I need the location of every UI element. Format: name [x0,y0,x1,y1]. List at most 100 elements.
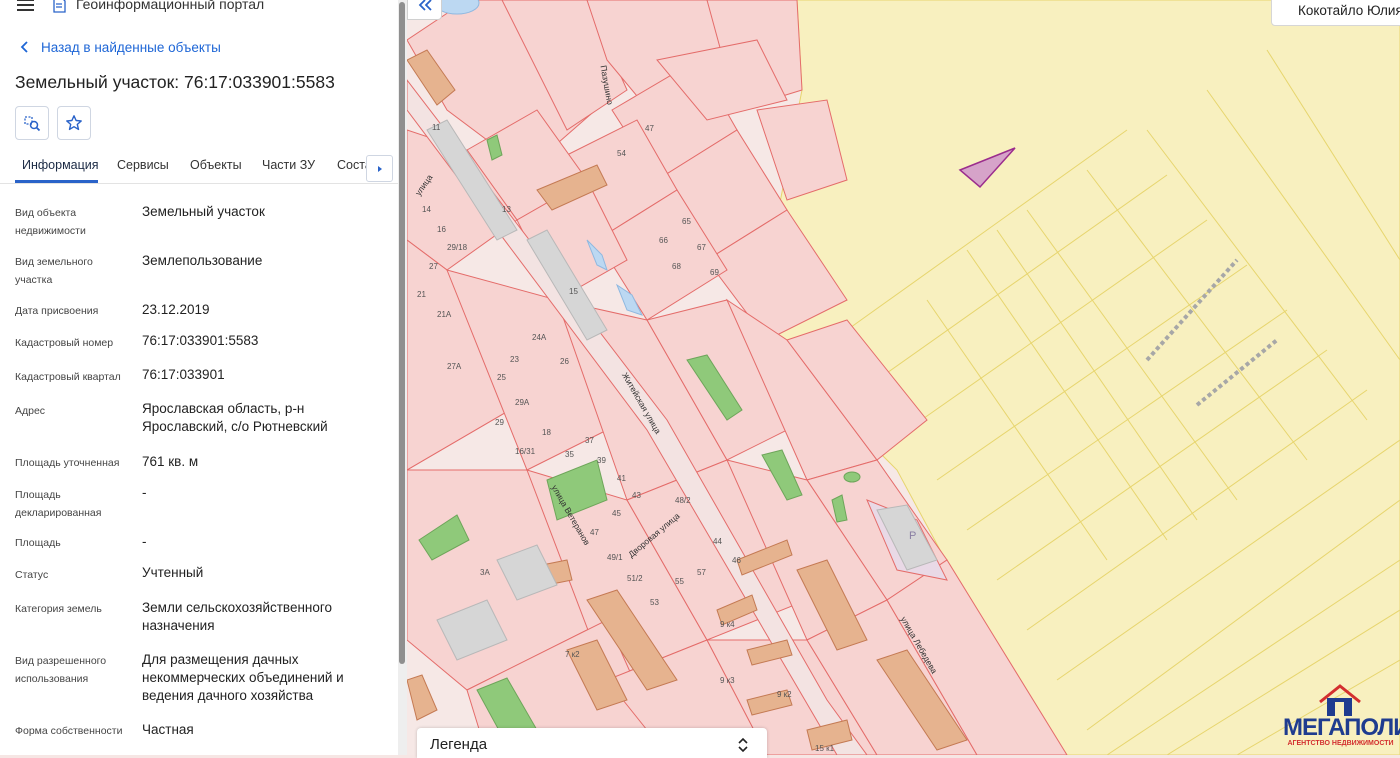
property-value: - [142,485,147,500]
legend-panel[interactable]: Легенда [417,728,767,758]
portal-logo-icon [53,0,66,13]
panel-scrollbar[interactable] [398,0,407,755]
cadastral-map[interactable]: Житейская улица Дворовая улица улица Вет… [407,0,1400,755]
property-label: Площадь уточненная [15,457,120,469]
parcel-number: 15 [569,287,578,296]
property-value: Ярославская область, р-н Ярославский, с/… [142,401,328,434]
parcel-number: 67 [697,243,706,252]
property-value: Земли сельскохозяйственного назначения [142,600,333,633]
parcel-number: 41 [617,474,626,483]
property-value: 761 кв. м [142,454,199,469]
parcel-number: 23 [510,355,519,364]
property-value: 23.12.2019 [142,302,210,317]
parcel-number: 39 [597,456,606,465]
parcel-number: 53 [650,598,659,607]
property-label: Вид разрешенного использования [15,655,107,685]
parcel-number: 47 [645,124,654,133]
tab-parcel-parts[interactable]: Части ЗУ [262,158,315,172]
parcel-number: 16 [437,225,446,234]
parcel-number: 14 [422,205,431,214]
back-to-results-link[interactable]: Назад в найденные объекты [19,39,221,55]
app-header: Геоинформационный портал [0,0,398,19]
parcel-number: 57 [697,568,706,577]
parcel-number: 46 [732,556,741,565]
legend-title: Легенда [430,736,488,753]
tab-composition[interactable]: Соста [337,158,367,172]
parcel-number: 51/2 [627,574,643,583]
locate-on-map-button[interactable] [15,106,49,140]
parcel-number: 25 [497,373,506,382]
page-title: Земельный участок: 76:17:033901:5583 [15,72,335,92]
object-info-panel: Геоинформационный портал Назад в найденн… [0,0,399,755]
parcel-number: 55 [675,577,684,586]
property-label: Категория земель [15,603,102,615]
parcel-number: 27А [447,362,462,371]
property-label: Площадь [15,537,61,549]
property-value: - [142,534,147,549]
property-label: Вид объекта недвижимости [15,207,86,237]
parcel-number: 47 [590,528,599,537]
property-label: Статус [15,569,49,581]
map-canvas[interactable] [407,0,1400,755]
parcel-number: 65 [682,217,691,226]
parcel-number: 24А [532,333,547,342]
property-label: Вид земельного участка [15,256,93,286]
logo-subtitle: АГЕНТСТВО НЕДВИЖИМОСТИ [1287,740,1394,747]
parcel-number: 29/18 [447,243,468,252]
parcel-number: 68 [672,262,681,271]
property-label: Кадастровый квартал [15,371,121,383]
parking-label: Р [909,530,917,542]
property-value: Для размещения дачных некоммерческих объ… [142,652,344,703]
property-value: Учтенный [142,565,204,580]
parcel-number: 29А [515,398,530,407]
parcel-number: 15 к1 [815,744,835,753]
panel-scrollbar-thumb[interactable] [399,2,405,664]
hamburger-icon[interactable] [17,0,34,11]
parcel-number: 26 [560,357,569,366]
chevron-left-icon [20,41,28,53]
parcel-number: 7 к2 [565,650,580,659]
locate-on-map-icon [24,116,41,132]
parcel-number: 27 [429,262,438,271]
active-tab-indicator [15,180,98,183]
parcel-number: 45 [612,509,621,518]
portal-title: Геоинформационный портал [76,0,265,12]
parcel-number: 21 [417,290,426,299]
parcel-number: 48/2 [675,496,691,505]
collapse-panel-button[interactable] [407,0,442,20]
parcel-number: 66 [659,236,668,245]
double-chevron-left-icon [418,0,432,11]
caret-right-icon [377,165,382,172]
property-label: Дата присвоения [15,305,99,317]
tab-objects[interactable]: Объекты [190,158,242,172]
property-label: Площадь декларированная [15,489,102,519]
back-link-label: Назад в найденные объекты [41,39,221,55]
user-menu-button[interactable]: Кокотайло Юлия [1271,0,1400,26]
parcel-number: 16/31 [515,447,536,456]
megapolis-logo: МЕГАПОЛИС АГЕНТСТВО НЕДВИЖИМОСТИ [1283,680,1400,752]
parcel-number: 37 [585,436,594,445]
parcel-number: 9 к2 [777,690,792,699]
property-label: Форма собственности [15,725,123,737]
favorite-button[interactable] [57,106,91,140]
parcel-number: 44 [713,537,722,546]
parcel-number: 35 [565,450,574,459]
property-value: Земельный участок [142,204,265,219]
property-value: Землепользование [142,253,263,268]
chevron-up-down-icon[interactable] [737,736,749,754]
logo-name: МЕГАПОЛИС [1283,714,1400,741]
parcel-number: 3А [480,568,490,577]
property-label: Кадастровый номер [15,337,114,349]
star-icon [66,115,82,131]
parcel-number: 9 к4 [720,620,735,629]
tab-information[interactable]: Информация [22,158,99,172]
parcel-number: 11 [432,123,441,132]
parcel-number: 9 к3 [720,676,735,685]
parcel-number: 69 [710,268,719,277]
parcel-number: 49/1 [607,553,623,562]
parcel-number: 21A [437,310,452,319]
tab-services[interactable]: Сервисы [117,158,169,172]
parcel-number: 54 [617,149,626,158]
tabs-scroll-right-button[interactable] [366,155,393,182]
property-value: Частная [142,722,194,737]
